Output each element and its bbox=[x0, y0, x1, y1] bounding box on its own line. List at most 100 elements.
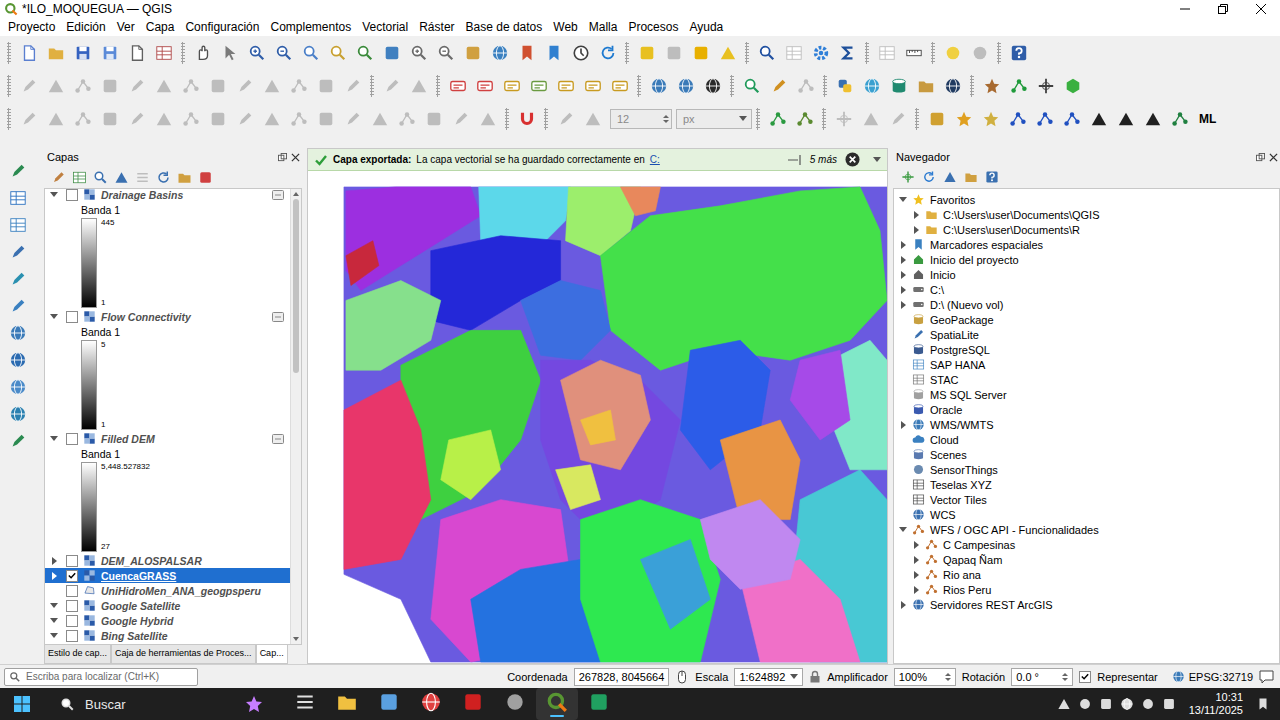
toolbar-button[interactable] bbox=[552, 73, 579, 99]
add-layer-button[interactable] bbox=[5, 293, 31, 319]
toolbar-button[interactable] bbox=[1059, 73, 1086, 99]
toolbar-button[interactable] bbox=[858, 73, 885, 99]
add-layer-button[interactable] bbox=[5, 266, 31, 292]
toolbar-button[interactable] bbox=[204, 106, 231, 132]
browser-toolbar-button[interactable] bbox=[939, 167, 960, 187]
close-icon[interactable] bbox=[291, 153, 300, 162]
toolbar-button[interactable] bbox=[312, 106, 339, 132]
browser-item[interactable]: Favoritos bbox=[894, 192, 1279, 207]
toolbar-grip[interactable] bbox=[730, 75, 734, 97]
toolbar-button[interactable] bbox=[405, 40, 432, 66]
close-message-icon[interactable] bbox=[845, 152, 860, 167]
add-layer-button[interactable] bbox=[5, 428, 31, 454]
toolbar-button[interactable] bbox=[606, 73, 633, 99]
browser-item[interactable]: WMS/WMTS bbox=[894, 417, 1279, 432]
menu-item[interactable]: Proyecto bbox=[2, 20, 60, 34]
layer-checkbox[interactable] bbox=[66, 600, 78, 612]
layers-toolbar-button[interactable] bbox=[195, 167, 216, 187]
toolbar-button[interactable] bbox=[42, 73, 69, 99]
toolbar-button[interactable] bbox=[444, 73, 471, 99]
taskbar-app[interactable] bbox=[410, 688, 452, 720]
toolbar-button[interactable] bbox=[939, 40, 966, 66]
toolbar-button[interactable] bbox=[42, 40, 69, 66]
toolbar-button[interactable] bbox=[660, 40, 687, 66]
toolbar-button[interactable] bbox=[1032, 73, 1059, 99]
rotation-field[interactable]: 0.0 ° bbox=[1011, 668, 1073, 686]
toolbar-button[interactable] bbox=[69, 40, 96, 66]
toolbar-button[interactable] bbox=[525, 73, 552, 99]
toolbar-label[interactable]: ML bbox=[1199, 112, 1216, 126]
toolbar-button[interactable] bbox=[579, 106, 606, 132]
toolbar-button[interactable] bbox=[498, 73, 525, 99]
embedded-indicator-icon[interactable] bbox=[272, 434, 284, 444]
toolbar-button[interactable] bbox=[432, 40, 459, 66]
toolbar-button[interactable] bbox=[567, 40, 594, 66]
toolbar-button[interactable] bbox=[177, 106, 204, 132]
toolbar-grip[interactable] bbox=[7, 108, 11, 130]
toolbar-button[interactable] bbox=[540, 40, 567, 66]
layer-name[interactable]: Flow Connectivity bbox=[101, 311, 191, 323]
toolbar-button[interactable] bbox=[594, 40, 621, 66]
maximize-button[interactable] bbox=[1204, 0, 1242, 18]
toolbar-button[interactable] bbox=[96, 106, 123, 132]
toolbar-button[interactable] bbox=[765, 73, 792, 99]
toolbar-button[interactable] bbox=[150, 73, 177, 99]
minimize-button[interactable] bbox=[1166, 0, 1204, 18]
toolbar-button[interactable] bbox=[978, 73, 1005, 99]
lock-icon[interactable] bbox=[809, 670, 821, 683]
toolbar-button[interactable] bbox=[258, 106, 285, 132]
toolbar-button[interactable] bbox=[69, 73, 96, 99]
menu-item[interactable]: Configuración bbox=[179, 20, 264, 34]
toolbar-button[interactable] bbox=[834, 40, 861, 66]
toolbar-button[interactable] bbox=[486, 40, 513, 66]
map-canvas[interactable]: Capa exportada: La capa vectorial se ha … bbox=[307, 148, 888, 664]
toolbar-button[interactable] bbox=[15, 40, 42, 66]
toolbar-button[interactable] bbox=[339, 106, 366, 132]
embedded-indicator-icon[interactable] bbox=[272, 190, 284, 200]
toolbar-button[interactable] bbox=[96, 73, 123, 99]
toolbar-button[interactable] bbox=[923, 106, 950, 132]
basin-map[interactable] bbox=[308, 171, 887, 663]
browser-toolbar-button[interactable] bbox=[897, 167, 918, 187]
layer-row[interactable]: Bing Satellite bbox=[45, 628, 290, 643]
toolbar-button[interactable] bbox=[393, 106, 420, 132]
taskbar-app[interactable] bbox=[452, 688, 494, 720]
toolbar-button[interactable] bbox=[912, 73, 939, 99]
layer-checkbox[interactable] bbox=[66, 433, 78, 445]
toolbar-button[interactable] bbox=[939, 73, 966, 99]
toolbar-grip[interactable] bbox=[745, 42, 749, 64]
toolbar-button[interactable] bbox=[15, 73, 42, 99]
toolbar-button[interactable] bbox=[471, 73, 498, 99]
toolbar-button[interactable] bbox=[791, 106, 818, 132]
toolbar-button[interactable] bbox=[885, 73, 912, 99]
toolbar-button[interactable] bbox=[123, 40, 150, 66]
layers-toolbar-button[interactable] bbox=[90, 167, 111, 187]
toolbar-button[interactable] bbox=[420, 106, 447, 132]
toolbar-button[interactable] bbox=[966, 40, 993, 66]
taskbar-app[interactable] bbox=[578, 688, 620, 720]
layer-checkbox[interactable] bbox=[66, 311, 78, 323]
layer-name[interactable]: Google Hybrid bbox=[101, 615, 173, 627]
toolbar-grip[interactable] bbox=[625, 42, 629, 64]
message-menu[interactable] bbox=[873, 157, 881, 162]
menu-item[interactable]: Capa bbox=[140, 20, 180, 34]
toolbar-button[interactable] bbox=[672, 73, 699, 99]
browser-child-item[interactable]: Qapaq Ñam bbox=[894, 552, 1279, 567]
browser-item[interactable]: Oracle bbox=[894, 402, 1279, 417]
snapping-tolerance-field[interactable]: 12 bbox=[610, 109, 672, 129]
expand-toggle[interactable] bbox=[48, 618, 60, 623]
add-layer-button[interactable] bbox=[5, 401, 31, 427]
menu-item[interactable]: Web bbox=[547, 20, 582, 34]
browser-item[interactable]: SensorThings bbox=[894, 462, 1279, 477]
layer-checkbox[interactable] bbox=[66, 630, 78, 642]
add-layer-button[interactable] bbox=[5, 347, 31, 373]
toolbar-button[interactable] bbox=[1085, 106, 1112, 132]
layer-name[interactable]: DEM_ALOSPALSAR bbox=[101, 555, 202, 567]
toolbar-button[interactable] bbox=[1166, 106, 1193, 132]
expand-toggle[interactable] bbox=[48, 603, 60, 608]
menu-item[interactable]: Complementos bbox=[264, 20, 356, 34]
toolbar-button[interactable] bbox=[831, 73, 858, 99]
browser-item[interactable]: WFS / OGC API - Funcionalidades bbox=[894, 522, 1279, 537]
close-button[interactable] bbox=[1242, 0, 1280, 18]
browser-toolbar-button[interactable] bbox=[918, 167, 939, 187]
